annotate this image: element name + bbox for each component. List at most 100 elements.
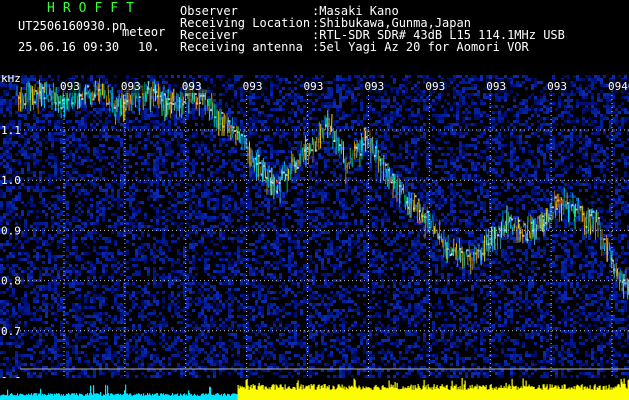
noise-pixel [282,120,285,123]
noise-pixel [324,132,327,135]
noise-pixel [207,168,210,171]
noise-pixel [624,156,627,159]
noise-pixel [39,189,42,192]
noise-pixel [33,153,36,156]
noise-pixel [270,162,273,165]
noise-pixel [207,195,210,198]
noise-pixel [360,84,363,87]
noise-pixel [468,210,471,213]
noise-pixel [255,201,258,204]
noise-pixel [84,108,87,111]
noise-pixel [3,216,6,219]
noise-pixel [591,96,594,99]
noise-pixel [309,165,312,168]
noise-pixel [222,177,225,180]
noise-pixel [390,75,393,78]
noise-pixel [453,129,456,132]
noise-pixel [207,207,210,210]
noise-pixel [102,75,105,78]
noise-pixel [0,108,3,111]
noise-pixel [120,165,123,168]
noise-pixel [222,84,225,87]
noise-pixel [189,216,192,219]
noise-pixel [561,114,564,117]
noise-pixel [354,231,357,234]
noise-pixel [195,207,198,210]
noise-pixel [600,186,603,189]
noise-pixel [9,87,12,90]
noise-pixel [579,87,582,90]
noise-pixel [57,186,60,189]
noise-pixel [153,123,156,126]
noise-pixel [114,135,117,138]
noise-pixel [441,132,444,135]
noise-pixel [564,171,567,174]
noise-pixel [510,171,513,174]
noise-pixel [480,132,483,135]
noise-pixel [417,129,420,132]
noise-pixel [480,192,483,195]
noise-pixel [438,186,441,189]
noise-pixel [12,120,15,123]
noise-pixel [465,102,468,105]
noise-pixel [495,99,498,102]
noise-pixel [129,120,132,123]
noise-pixel [132,111,135,114]
noise-pixel [81,120,84,123]
noise-pixel [48,234,51,237]
noise-pixel [480,204,483,207]
noise-pixel [192,117,195,120]
noise-pixel [27,147,30,150]
noise-pixel [420,117,423,120]
noise-pixel [300,183,303,186]
noise-pixel [600,123,603,126]
noise-pixel [300,231,303,234]
noise-pixel [594,192,597,195]
noise-pixel [528,150,531,153]
noise-pixel [96,201,99,204]
noise-pixel [591,153,594,156]
noise-pixel [375,192,378,195]
noise-pixel [354,177,357,180]
noise-pixel [30,156,33,159]
noise-pixel [414,114,417,117]
noise-pixel [9,192,12,195]
noise-pixel [51,165,54,168]
noise-pixel [495,123,498,126]
noise-pixel [150,204,153,207]
noise-pixel [180,210,183,213]
noise-pixel [147,234,150,237]
noise-pixel [555,159,558,162]
noise-pixel [513,153,516,156]
noise-pixel [333,102,336,105]
noise-pixel [126,159,129,162]
noise-pixel [426,117,429,120]
noise-pixel [213,189,216,192]
noise-pixel [339,198,342,201]
noise-pixel [213,231,216,234]
noise-pixel [198,147,201,150]
noise-pixel [606,168,609,171]
noise-pixel [201,213,204,216]
noise-pixel [300,192,303,195]
noise-pixel [516,111,519,114]
noise-pixel [456,105,459,108]
noise-pixel [456,117,459,120]
noise-pixel [213,216,216,219]
noise-pixel [303,207,306,210]
noise-pixel [294,87,297,90]
noise-pixel [378,111,381,114]
noise-pixel [0,153,3,156]
noise-pixel [543,117,546,120]
noise-pixel [69,150,72,153]
noise-pixel [450,222,453,225]
noise-pixel [117,234,120,237]
noise-pixel [9,168,12,171]
noise-pixel [54,156,57,159]
noise-pixel [519,132,522,135]
noise-pixel [12,198,15,201]
noise-pixel [426,156,429,159]
noise-pixel [405,183,408,186]
noise-pixel [108,201,111,204]
noise-pixel [531,132,534,135]
